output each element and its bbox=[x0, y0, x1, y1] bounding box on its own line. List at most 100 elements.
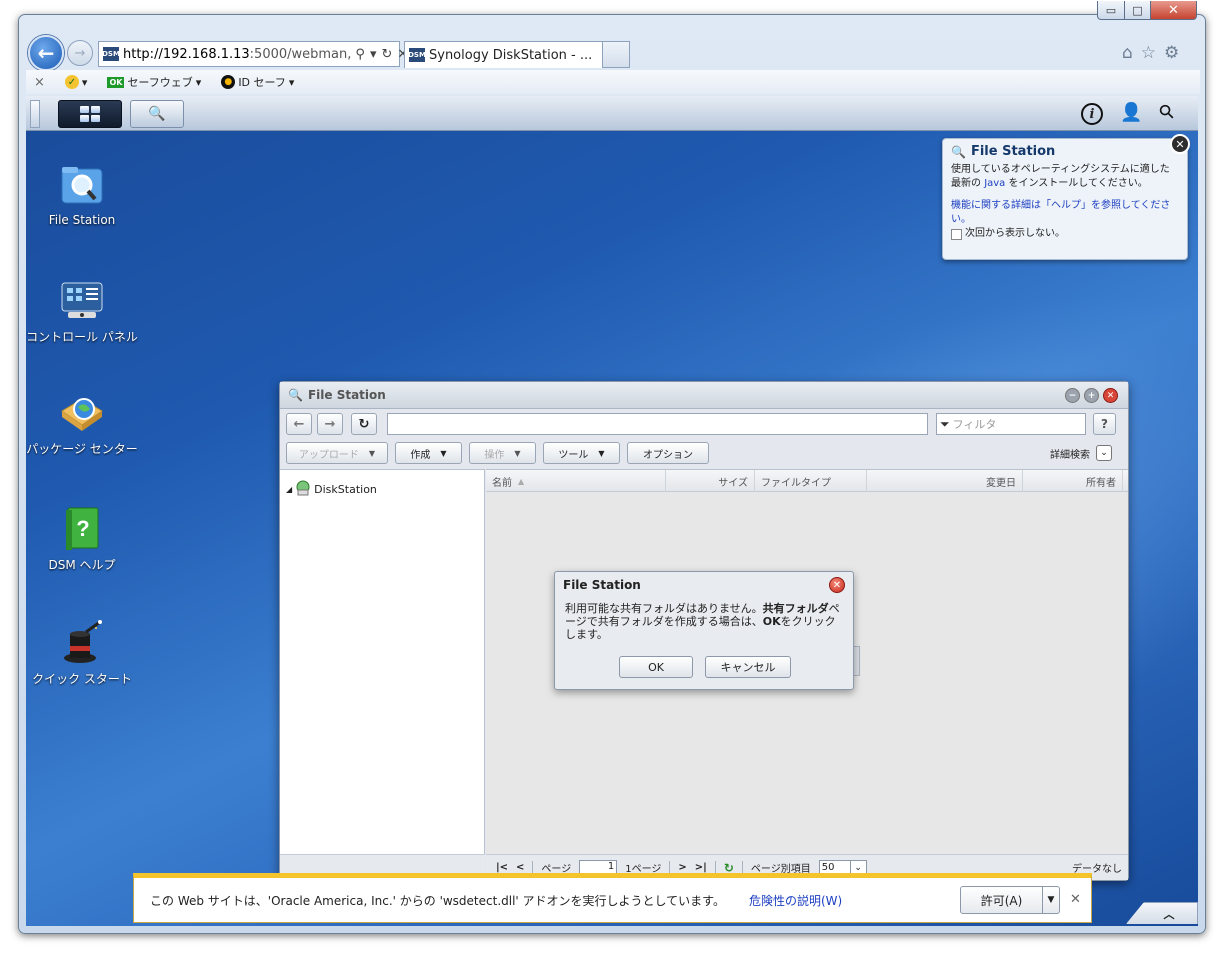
dropdown-arrow-icon[interactable]: ▾ bbox=[370, 47, 377, 62]
dialog-close-icon[interactable]: ✕ bbox=[829, 577, 845, 593]
browser-right-icons: ⌂ ☆ ⚙ bbox=[1122, 43, 1179, 63]
next-page-icon[interactable]: > bbox=[678, 862, 686, 873]
file-station-titlebar[interactable]: 🔍 File Station bbox=[280, 382, 1128, 409]
toolbar-close-icon[interactable]: × bbox=[34, 75, 45, 90]
address-bar[interactable]: DSM http://192.168.1.13:5000/webman, ⚲ ▾… bbox=[98, 41, 408, 67]
desktop-icon-label: クイック スタート bbox=[32, 672, 132, 686]
settings-gear-icon[interactable]: ⚙ bbox=[1164, 43, 1179, 63]
dsm-favicon-icon: DSM bbox=[408, 48, 426, 62]
upload-button[interactable]: アップロード ▼ bbox=[286, 442, 388, 464]
back-button[interactable]: ← bbox=[28, 35, 64, 71]
ok-icon: OK bbox=[107, 76, 125, 88]
first-page-icon[interactable]: |< bbox=[496, 862, 508, 873]
taskbar-file-station-button[interactable]: 🔍 bbox=[130, 100, 184, 128]
url-host: http://192.168.1.13 bbox=[123, 46, 250, 62]
command-bar: × ✓ ▾ OK セーフウェブ ▾ ● ID セーフ ▾ bbox=[26, 70, 1200, 94]
close-window-button[interactable]: ✕ bbox=[1150, 1, 1197, 20]
info-icon[interactable]: i bbox=[1081, 103, 1103, 125]
refresh-button[interactable]: ↻ bbox=[351, 413, 377, 435]
column-file-type[interactable]: ファイルタイプ bbox=[755, 470, 867, 492]
new-tab-button[interactable] bbox=[602, 41, 630, 68]
create-button[interactable]: 作成 ▼ bbox=[395, 442, 462, 464]
dont-show-row[interactable]: 次回から表示しない。 bbox=[951, 227, 1179, 241]
desktop-icon-quick-start[interactable]: クイック スタート bbox=[26, 618, 138, 687]
column-size[interactable]: サイズ bbox=[666, 470, 755, 492]
caret-down-icon: ▼ bbox=[440, 448, 447, 458]
window-close-icon[interactable]: ✕ bbox=[1103, 388, 1118, 403]
per-page-value: 50 bbox=[821, 862, 835, 873]
search-icon[interactable]: ⚲ bbox=[355, 47, 365, 62]
prev-page-icon[interactable]: < bbox=[516, 862, 524, 873]
main-menu-icon bbox=[80, 106, 100, 122]
desktop-icon-label: DSM ヘルプ bbox=[48, 558, 116, 572]
caret-down-icon: ▼ bbox=[368, 448, 376, 458]
desktop-icon-label: File Station bbox=[48, 213, 116, 227]
action-button[interactable]: 操作 ▼ bbox=[469, 442, 536, 464]
minimize-button[interactable]: ▭ bbox=[1097, 1, 1125, 20]
file-station-icon: 🔍 bbox=[288, 388, 303, 402]
tools-label: ツール bbox=[558, 449, 589, 461]
infobar-close-icon[interactable]: ✕ bbox=[1070, 892, 1081, 907]
dsm-desktop: 🔍 i 👤 ⚲ File Station コントロール パネル パッケージ セン… bbox=[26, 96, 1198, 926]
home-icon[interactable]: ⌂ bbox=[1122, 43, 1133, 63]
options-button[interactable]: オプション bbox=[627, 442, 709, 464]
desktop-icon-dsm-help[interactable]: ? DSM ヘルプ bbox=[26, 504, 138, 573]
window-minimize-icon[interactable]: − bbox=[1065, 388, 1080, 403]
taskbar-left-handle[interactable] bbox=[30, 100, 40, 128]
risk-explanation-link[interactable]: 危険性の説明(W) bbox=[749, 892, 842, 909]
ok-button[interactable]: OK bbox=[619, 656, 693, 678]
nav-forward-button[interactable]: → bbox=[317, 413, 343, 435]
addon-notification-bar: この Web サイトは、'Oracle America, Inc.' からの '… bbox=[133, 873, 1092, 923]
svg-text:?: ? bbox=[76, 516, 89, 541]
nav-back-button[interactable]: ← bbox=[286, 413, 312, 435]
filter-funnel-icon: ⏷ bbox=[940, 416, 950, 431]
advanced-search[interactable]: 詳細検索 ⌄ bbox=[1050, 445, 1112, 461]
favorites-star-icon[interactable]: ☆ bbox=[1141, 43, 1156, 63]
expand-arrow-icon[interactable]: ◢ bbox=[286, 485, 292, 494]
column-owner-label: 所有者 bbox=[1086, 477, 1116, 489]
idsafe-menu[interactable]: ● ID セーフ ▾ bbox=[221, 74, 294, 90]
window-title: File Station bbox=[307, 388, 386, 402]
cancel-button[interactable]: キャンセル bbox=[705, 656, 791, 678]
desktop-icon-control-panel[interactable]: コントロール パネル bbox=[26, 276, 138, 345]
norton-check-menu[interactable]: ✓ ▾ bbox=[64, 75, 87, 89]
create-label: 作成 bbox=[410, 449, 431, 461]
allow-dropdown-icon[interactable]: ▼ bbox=[1042, 886, 1060, 914]
tab-synology-diskstation[interactable]: DSM Synology DiskStation - ... × bbox=[404, 41, 630, 68]
allow-button[interactable]: 許可(A) bbox=[960, 886, 1043, 914]
column-modified-label: 変更日 bbox=[986, 477, 1016, 489]
column-size-label: サイズ bbox=[718, 477, 748, 489]
desktop-icon-package-center[interactable]: パッケージ センター bbox=[26, 388, 138, 457]
tab-title: Synology DiskStation - ... bbox=[429, 47, 593, 63]
main-menu-button[interactable] bbox=[58, 100, 122, 128]
dont-show-checkbox[interactable] bbox=[951, 228, 962, 240]
column-owner[interactable]: 所有者 bbox=[1023, 470, 1123, 492]
file-station-icon bbox=[58, 161, 106, 209]
chevron-down-icon[interactable]: ⌄ bbox=[1096, 445, 1112, 461]
notice-close-icon[interactable]: ✕ bbox=[1170, 134, 1190, 154]
last-page-icon[interactable]: >| bbox=[695, 862, 707, 873]
forward-button[interactable]: → bbox=[67, 40, 93, 66]
safeweb-menu[interactable]: OK セーフウェブ ▾ bbox=[107, 74, 201, 90]
column-file-type-label: ファイルタイプ bbox=[761, 477, 831, 489]
maximize-button[interactable]: □ bbox=[1124, 1, 1151, 20]
path-field[interactable] bbox=[387, 413, 928, 435]
help-button[interactable]: ? bbox=[1093, 413, 1116, 435]
column-modified[interactable]: 変更日 bbox=[867, 470, 1023, 492]
filter-input[interactable]: ⏷ フィルタ bbox=[936, 413, 1086, 435]
back-arrow-icon: ← bbox=[293, 416, 305, 432]
refresh-icon[interactable]: ↻ bbox=[381, 47, 392, 62]
window-maximize-icon[interactable]: + bbox=[1084, 388, 1099, 403]
url-path: :5000/webman, bbox=[249, 46, 352, 62]
java-link[interactable]: Java bbox=[984, 178, 1005, 189]
desktop-icon-file-station[interactable]: File Station bbox=[26, 161, 138, 227]
search-icon[interactable]: ⚲ bbox=[1154, 99, 1179, 124]
server-icon bbox=[295, 480, 311, 499]
desktop-icon-label: コントロール パネル bbox=[26, 330, 138, 344]
column-name[interactable]: 名前 ▲ bbox=[486, 470, 666, 492]
help-link[interactable]: 機能に関する詳細は「ヘルプ」を参照してください。 bbox=[951, 199, 1179, 227]
tools-button[interactable]: ツール ▼ bbox=[543, 442, 620, 464]
tree-node-diskstation[interactable]: ◢ DiskStation bbox=[286, 480, 377, 499]
safeweb-label: セーフウェブ bbox=[127, 76, 193, 89]
user-icon[interactable]: 👤 bbox=[1120, 102, 1142, 123]
